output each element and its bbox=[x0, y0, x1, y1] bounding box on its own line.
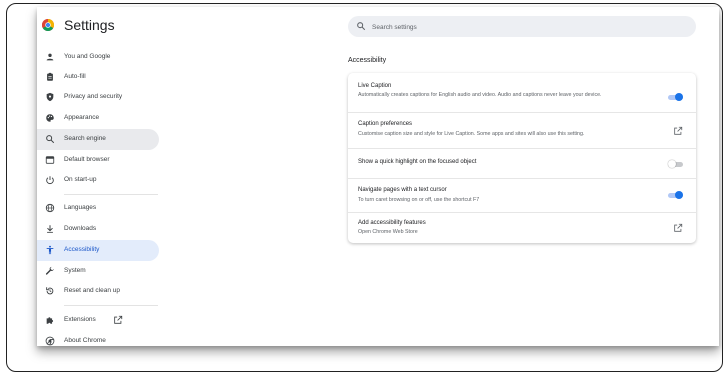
row-subtitle: Customise caption size and style for Liv… bbox=[358, 131, 585, 137]
sidebar-item-search-engine[interactable]: Search engine bbox=[37, 129, 159, 150]
row-title: Live Caption bbox=[358, 83, 392, 89]
wrench-icon bbox=[45, 266, 54, 275]
text-cursor-toggle[interactable] bbox=[668, 191, 683, 199]
toggle-knob bbox=[668, 160, 676, 168]
toggle-knob bbox=[675, 191, 683, 199]
sidebar-item-label: Downloads bbox=[64, 225, 97, 232]
sidebar-item-privacy-and-security[interactable]: Privacy and security bbox=[37, 87, 159, 108]
sidebar-divider bbox=[64, 194, 158, 195]
sidebar-item-label: Extensions bbox=[64, 316, 96, 323]
sidebar-item-label: Privacy and security bbox=[64, 93, 123, 100]
download-icon bbox=[47, 225, 53, 233]
sidebar-item-label: Auto-fill bbox=[64, 73, 86, 80]
header: Settings bbox=[37, 7, 719, 43]
row-title: Navigate pages with a text cursor bbox=[358, 187, 447, 193]
row-divider bbox=[348, 178, 696, 179]
shield-icon bbox=[46, 92, 54, 102]
palette-icon bbox=[46, 114, 54, 122]
quick-highlight-toggle[interactable] bbox=[668, 160, 683, 168]
open-in-new-icon bbox=[114, 315, 123, 324]
live-caption-toggle[interactable] bbox=[668, 93, 683, 101]
open-in-new-icon[interactable] bbox=[673, 126, 683, 136]
sidebar-item-label: Reset and clean up bbox=[64, 287, 121, 294]
sidebar-item-about-chrome[interactable]: About Chrome bbox=[37, 331, 159, 352]
toggle-knob bbox=[675, 93, 683, 101]
sidebar-item-label: System bbox=[64, 267, 86, 274]
row-title: Add accessibility features bbox=[358, 220, 426, 226]
sidebar-item-downloads[interactable]: Downloads bbox=[37, 219, 159, 240]
sidebar-item-on-start-up[interactable]: On start-up bbox=[37, 170, 159, 191]
power-icon bbox=[46, 176, 54, 185]
row-title: Show a quick highlight on the focused ob… bbox=[358, 159, 477, 165]
sidebar-item-label: Accessibility bbox=[64, 246, 100, 253]
person-icon bbox=[46, 53, 54, 61]
settings-row-add-accessibility-features[interactable]: Add accessibility features Open Chrome W… bbox=[348, 212, 696, 243]
row-subtitle: To turn caret browsing on or off, use th… bbox=[358, 197, 480, 203]
sidebar-item-label: About Chrome bbox=[64, 337, 106, 344]
sidebar-item-label: Appearance bbox=[64, 114, 100, 121]
sidebar-item-label: Default browser bbox=[64, 156, 110, 163]
row-divider bbox=[348, 148, 696, 149]
sidebar-item-reset-and-clean-up[interactable]: Reset and clean up bbox=[37, 281, 159, 302]
sidebar-item-auto-fill[interactable]: Auto-fill bbox=[37, 67, 159, 88]
browser-icon bbox=[45, 156, 55, 164]
sidebar-item-label: Search engine bbox=[64, 135, 106, 142]
search-icon bbox=[357, 22, 366, 31]
row-divider bbox=[348, 112, 696, 113]
row-subtitle: Open Chrome Web Store bbox=[358, 229, 418, 235]
section-title: Accessibility bbox=[348, 57, 387, 64]
settings-row-caption-preferences[interactable]: Caption preferences Customise caption si… bbox=[348, 112, 696, 148]
sidebar-item-label: You and Google bbox=[64, 53, 111, 60]
open-in-new-icon[interactable] bbox=[673, 223, 683, 233]
sidebar-divider bbox=[64, 305, 158, 306]
clipboard-icon bbox=[47, 72, 53, 81]
settings-window: Settings You and Google bbox=[37, 7, 719, 346]
settings-row-live-caption[interactable]: Live Caption Automatically creates capti… bbox=[348, 73, 696, 112]
sidebar-item-system[interactable]: System bbox=[37, 261, 159, 282]
search-icon bbox=[46, 135, 55, 144]
accessibility-card: Live Caption Automatically creates capti… bbox=[348, 73, 696, 243]
sidebar-item-accessibility[interactable]: Accessibility bbox=[37, 240, 159, 261]
page-title: Settings bbox=[64, 17, 115, 33]
row-title: Caption preferences bbox=[358, 121, 413, 127]
search-box[interactable] bbox=[348, 16, 696, 37]
settings-row-text-cursor[interactable]: Navigate pages with a text cursor To tur… bbox=[348, 178, 696, 212]
sidebar-item-you-and-google[interactable]: You and Google bbox=[37, 47, 159, 68]
settings-row-quick-highlight[interactable]: Show a quick highlight on the focused ob… bbox=[348, 148, 696, 178]
accessibility-icon bbox=[46, 245, 54, 255]
reset-icon bbox=[46, 287, 54, 295]
chrome-icon bbox=[45, 336, 55, 346]
sidebar-item-extensions[interactable]: Extensions bbox=[37, 310, 159, 331]
sidebar-item-default-browser[interactable]: Default browser bbox=[37, 150, 159, 171]
globe-icon bbox=[45, 203, 55, 213]
chrome-logo-icon bbox=[42, 19, 54, 31]
row-divider bbox=[348, 212, 696, 213]
sidebar-item-languages[interactable]: Languages bbox=[37, 198, 159, 219]
puzzle-icon bbox=[46, 317, 54, 324]
sidebar-nav: You and Google Auto-fill Privacy and sec… bbox=[37, 43, 165, 346]
sidebar-item-label: Languages bbox=[64, 204, 97, 211]
row-subtitle: Automatically creates captions for Engli… bbox=[358, 92, 602, 98]
screenshot-frame: Settings You and Google bbox=[6, 3, 723, 372]
sidebar-item-appearance[interactable]: Appearance bbox=[37, 108, 159, 129]
sidebar-item-label: On start-up bbox=[64, 176, 97, 183]
search-input[interactable] bbox=[370, 19, 684, 36]
